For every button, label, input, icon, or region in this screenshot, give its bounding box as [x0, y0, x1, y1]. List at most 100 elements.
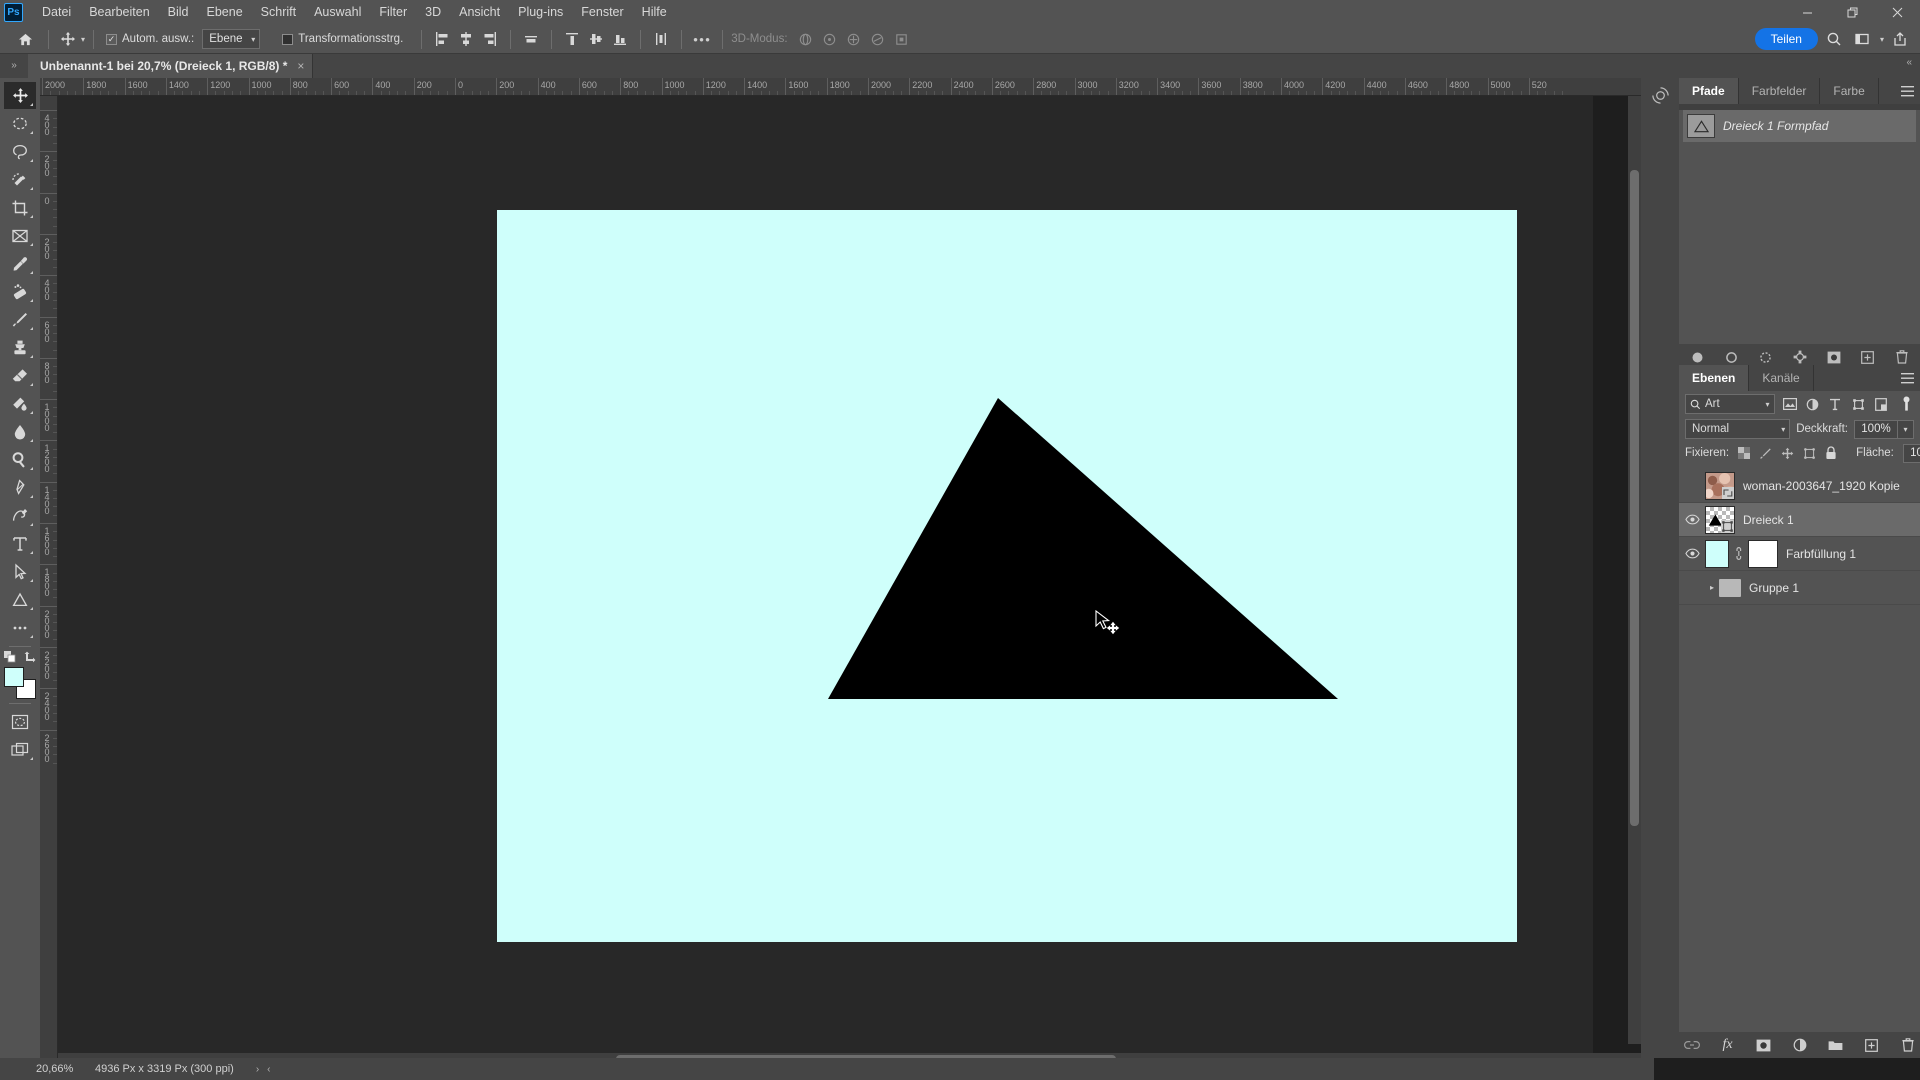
triangle-shape[interactable]: [497, 210, 1517, 942]
new-group-icon[interactable]: [1828, 1037, 1844, 1053]
auto-select-checkbox[interactable]: ✓ Autom. ausw.:: [106, 33, 194, 45]
history-icon[interactable]: [1641, 78, 1679, 112]
zoom-level[interactable]: 20,66%: [0, 1063, 95, 1075]
share-button[interactable]: Teilen: [1755, 28, 1818, 50]
align-top-edges-icon[interactable]: [519, 28, 543, 50]
more-tools[interactable]: [4, 614, 36, 641]
menu-fenster[interactable]: Fenster: [572, 0, 632, 25]
table-row[interactable]: ▸ Gruppe 1: [1679, 571, 1920, 605]
table-row[interactable]: Farbfüllung 1: [1679, 537, 1920, 571]
layer-style-icon[interactable]: fx: [1720, 1037, 1736, 1053]
eye-icon[interactable]: [1685, 548, 1700, 559]
screen-mode-button[interactable]: [4, 736, 36, 763]
minimize-button[interactable]: [1785, 0, 1830, 25]
path-selection-tool[interactable]: [4, 558, 36, 585]
layer-visibility-toggle[interactable]: [1679, 514, 1705, 525]
layer-mask-thumbnail[interactable]: [1748, 540, 1778, 568]
type-tool[interactable]: [4, 530, 36, 557]
menu-bearbeiten[interactable]: Bearbeiten: [80, 0, 158, 25]
brush-tool[interactable]: [4, 306, 36, 333]
shape-tool[interactable]: [4, 586, 36, 613]
scrollbar-thumb[interactable]: [1630, 170, 1639, 826]
lock-position-icon[interactable]: [1781, 445, 1794, 461]
layer-thumbnail[interactable]: [1705, 472, 1735, 500]
load-selection-icon[interactable]: [1758, 349, 1774, 365]
menu-datei[interactable]: Datei: [33, 0, 80, 25]
eye-icon[interactable]: [1685, 514, 1700, 525]
artboard[interactable]: [497, 210, 1517, 942]
distribute-top-edges-icon[interactable]: [560, 28, 584, 50]
default-colors-icon[interactable]: [4, 651, 16, 663]
pen-tool[interactable]: [4, 474, 36, 501]
swap-colors-icon[interactable]: [24, 651, 36, 663]
filter-adjustment-icon[interactable]: [1804, 396, 1820, 412]
delete-path-icon[interactable]: [1894, 349, 1910, 365]
filter-shape-icon[interactable]: [1850, 396, 1866, 412]
menu-3d[interactable]: 3D: [416, 0, 450, 25]
gradient-tool[interactable]: [4, 390, 36, 417]
share-export-icon[interactable]: [1888, 28, 1912, 50]
menu-schrift[interactable]: Schrift: [252, 0, 305, 25]
lock-artboard-icon[interactable]: [1803, 445, 1816, 461]
fill-path-icon[interactable]: [1690, 349, 1706, 365]
panel-menu-icon[interactable]: [1894, 365, 1920, 391]
lasso-tool[interactable]: [4, 138, 36, 165]
link-mask-icon[interactable]: [1733, 547, 1744, 560]
close-icon[interactable]: ×: [297, 59, 304, 73]
chevron-down-icon[interactable]: ▾: [81, 35, 85, 44]
align-right-edges-icon[interactable]: [478, 28, 502, 50]
move-tool-icon[interactable]: [57, 28, 79, 50]
close-button[interactable]: [1875, 0, 1920, 25]
collapse-panel-button[interactable]: »: [0, 54, 28, 78]
healing-brush-tool[interactable]: [4, 278, 36, 305]
align-horizontal-centers-icon[interactable]: [454, 28, 478, 50]
tab-pfade[interactable]: Pfade: [1679, 78, 1739, 104]
dodge-tool[interactable]: [4, 446, 36, 473]
quick-selection-tool[interactable]: [4, 166, 36, 193]
tab-farbe[interactable]: Farbe: [1820, 78, 1878, 104]
move-tool[interactable]: [4, 82, 36, 109]
new-path-icon[interactable]: [1860, 349, 1876, 365]
make-work-path-icon[interactable]: [1792, 349, 1808, 365]
lock-transparency-icon[interactable]: [1738, 445, 1750, 461]
menu-plugins[interactable]: Plug-ins: [509, 0, 572, 25]
tab-kanaele[interactable]: Kanäle: [1749, 365, 1813, 391]
chevron-right-icon[interactable]: ▸: [1705, 583, 1719, 592]
search-icon[interactable]: [1822, 28, 1846, 50]
transform-controls-checkbox[interactable]: Transformationsstrg.: [282, 33, 403, 45]
fill-color-thumbnail[interactable]: [1705, 540, 1729, 568]
align-left-edges-icon[interactable]: [430, 28, 454, 50]
checkbox-box[interactable]: ✓: [106, 34, 117, 45]
quick-mask-mode-button[interactable]: [4, 708, 36, 735]
panel-menu-icon[interactable]: [1894, 78, 1920, 104]
freeform-pen-tool[interactable]: [4, 502, 36, 529]
distribute-vertical-centers-icon[interactable]: [584, 28, 608, 50]
document-tab[interactable]: Unbenannt-1 bei 20,7% (Dreieck 1, RGB/8)…: [28, 54, 313, 78]
add-mask-icon[interactable]: [1826, 349, 1842, 365]
fill-input[interactable]: 100%: [1903, 444, 1920, 463]
add-mask-icon[interactable]: [1756, 1037, 1772, 1053]
layer-thumbnail[interactable]: [1705, 506, 1735, 534]
opacity-stepper[interactable]: ▾: [1898, 420, 1914, 439]
filter-type-icon[interactable]: [1827, 396, 1843, 412]
new-layer-icon[interactable]: [1864, 1037, 1880, 1053]
menu-hilfe[interactable]: Hilfe: [633, 0, 676, 25]
eyedropper-tool[interactable]: [4, 250, 36, 277]
filter-kind-dropdown[interactable]: Art ▾: [1685, 394, 1775, 414]
filter-toggle-icon[interactable]: [1898, 396, 1914, 412]
dock-collapse-button[interactable]: «: [1906, 57, 1912, 68]
marquee-tool[interactable]: [4, 110, 36, 137]
path-item[interactable]: Dreieck 1 Formpfad: [1683, 110, 1916, 142]
workspace-icon[interactable]: [1850, 28, 1874, 50]
table-row[interactable]: Dreieck 1: [1679, 503, 1920, 537]
home-icon[interactable]: [10, 32, 40, 47]
stroke-path-icon[interactable]: [1724, 349, 1740, 365]
menu-auswahl[interactable]: Auswahl: [305, 0, 370, 25]
eraser-tool[interactable]: [4, 362, 36, 389]
filter-pixel-icon[interactable]: [1782, 396, 1798, 412]
menu-ansicht[interactable]: Ansicht: [450, 0, 509, 25]
maximize-button[interactable]: [1830, 0, 1875, 25]
chevron-down-icon[interactable]: ▾: [1880, 35, 1884, 44]
adjustment-layer-icon[interactable]: [1792, 1037, 1808, 1053]
more-options-button[interactable]: •••: [690, 28, 714, 50]
